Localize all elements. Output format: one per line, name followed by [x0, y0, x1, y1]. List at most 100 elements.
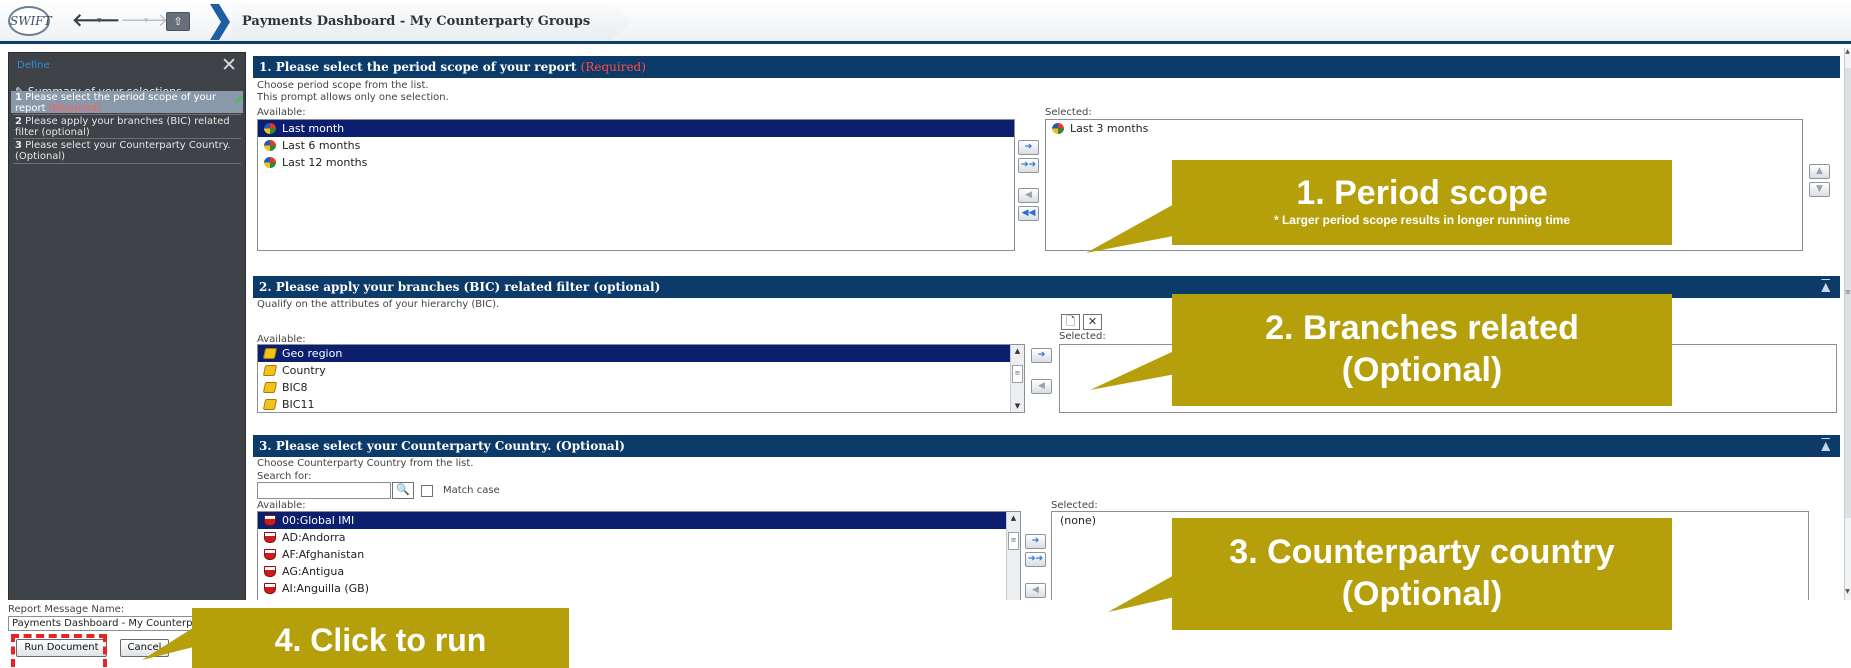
available-label: Available:: [257, 500, 306, 511]
list-item-label: AD:Andorra: [282, 531, 346, 544]
match-case-checkbox[interactable]: [421, 485, 433, 497]
prompt-header: 3. Please select your Counterparty Count…: [253, 435, 1840, 457]
prompt-title: 3. Please select your Counterparty Count…: [259, 439, 625, 453]
add-button[interactable]: ➔: [1018, 140, 1039, 155]
scroll-thumb[interactable]: ≡: [1012, 365, 1023, 383]
sidebar-item-label: Please select the period scope of your r…: [15, 92, 217, 114]
selected-label: Selected:: [1051, 500, 1098, 511]
list-item-label: Country: [282, 364, 326, 377]
scroll-thumb[interactable]: ≡: [1008, 532, 1019, 550]
match-case-label: Match case: [443, 485, 500, 496]
period-icon: [264, 140, 276, 151]
add-button[interactable]: ➔: [1031, 348, 1052, 363]
sidebar-item-branches-filter[interactable]: 2 Please apply your branches (BIC) relat…: [11, 115, 243, 137]
list-item[interactable]: Last 3 months: [1046, 120, 1802, 137]
available-list[interactable]: Last month Last 6 months Last 12 months: [257, 119, 1015, 251]
list-item-label: Last month: [282, 122, 345, 135]
selected-label: Selected:: [1059, 331, 1106, 342]
add-button[interactable]: ➔: [1025, 534, 1046, 549]
list-item-label: AG:Antigua: [282, 565, 345, 578]
sidebar-divider: [13, 163, 241, 164]
prompt-description: This prompt allows only one selection.: [257, 92, 449, 103]
scroll-up-icon[interactable]: ▲: [1007, 512, 1020, 524]
swift-logo: SWIFT: [8, 6, 52, 36]
list-item-label: Last 6 months: [282, 139, 361, 152]
callout-counterparty-country: 3. Counterparty country (Optional): [1172, 518, 1672, 630]
report-message-name-label: Report Message Name:: [8, 604, 125, 615]
period-icon: [264, 157, 276, 168]
search-label: Search for:: [257, 471, 312, 482]
attribute-icon: [262, 348, 278, 359]
page-scroll-up-icon[interactable]: ▲: [1844, 48, 1851, 60]
available-list[interactable]: Geo region Country BIC8 BIC11 ▲ ≡ ▼: [257, 344, 1025, 413]
list-item[interactable]: BIC8: [258, 379, 1024, 396]
search-input[interactable]: [257, 482, 391, 499]
add-all-button[interactable]: ➔➔: [1025, 552, 1046, 567]
list-item[interactable]: Geo region: [258, 345, 1024, 362]
remove-all-button[interactable]: ◀◀: [1018, 206, 1039, 221]
prompt-title: 2. Please apply your branches (BIC) rela…: [259, 280, 661, 294]
list-item[interactable]: Last 6 months: [258, 137, 1014, 154]
remove-button[interactable]: ◀: [1025, 583, 1046, 598]
callout-title: 2. Branches related: [1265, 309, 1579, 347]
list-scrollbar[interactable]: ▲ ≡: [1006, 512, 1020, 600]
attribute-icon: [262, 399, 278, 410]
list-item[interactable]: AI:Anguilla (GB): [258, 580, 1020, 597]
list-item[interactable]: 00:Global IMI: [258, 512, 1020, 529]
search-icon[interactable]: 🔍: [392, 482, 414, 499]
prompt-header: 1. Please select the period scope of you…: [253, 56, 1840, 78]
page-scroll-down-icon[interactable]: ▼: [1844, 588, 1851, 600]
list-item-label: AF:Afghanistan: [282, 548, 365, 561]
callout-subtitle: (Optional): [1341, 351, 1503, 389]
list-item-label: Geo region: [282, 347, 343, 360]
list-item[interactable]: AF:Afghanistan: [258, 546, 1020, 563]
list-item[interactable]: BIC11: [258, 396, 1024, 412]
prompt-pane-header: Define ✕: [9, 53, 245, 79]
list-item[interactable]: AD:Andorra: [258, 529, 1020, 546]
remove-button[interactable]: ◀: [1031, 379, 1052, 394]
home-icon[interactable]: ⇧: [166, 12, 190, 31]
country-icon: [264, 583, 276, 594]
required-marker: (Required): [580, 60, 646, 74]
new-document-icon[interactable]: 🗋: [1061, 314, 1080, 330]
list-item[interactable]: Last month: [258, 120, 1014, 137]
required-marker: (Required): [48, 102, 102, 114]
prompt-navigation-pane: Define ✕ ✎ Summary of your selections 1 …: [8, 52, 246, 603]
check-icon: ✔: [233, 93, 244, 107]
breadcrumb[interactable]: Payments Dashboard - My Counterparty Gro…: [232, 4, 632, 40]
sidebar-item-number: 1: [15, 92, 22, 103]
move-down-button[interactable]: ▼: [1809, 182, 1830, 197]
available-list[interactable]: 00:Global IMI AD:Andorra AF:Afghanistan …: [257, 511, 1021, 600]
country-icon: [264, 515, 276, 526]
forward-history-dropdown-icon[interactable]: ▾: [144, 10, 149, 32]
breadcrumb-chevron-icon: [210, 4, 230, 40]
add-all-button[interactable]: ➔➔: [1018, 158, 1039, 173]
sidebar-item-counterparty-country[interactable]: 3 Please select your Counterparty Countr…: [11, 139, 243, 161]
move-up-button[interactable]: ▲: [1809, 164, 1830, 179]
prompt-description: Choose period scope from the list.: [257, 80, 429, 91]
remove-button[interactable]: ◀: [1018, 188, 1039, 203]
clear-icon[interactable]: ✕: [1083, 314, 1102, 330]
list-item[interactable]: Country: [258, 362, 1024, 379]
collapse-icon[interactable]: ▲: [1822, 435, 1830, 457]
list-scrollbar[interactable]: ▲ ≡ ▼: [1010, 345, 1024, 412]
list-item[interactable]: Last 12 months: [258, 154, 1014, 171]
attribute-icon: [262, 365, 278, 376]
callout-branches-related: 2. Branches related (Optional): [1172, 294, 1672, 406]
close-icon[interactable]: ✕: [221, 54, 237, 76]
scroll-down-icon[interactable]: ▼: [1011, 400, 1024, 412]
scroll-up-icon[interactable]: ▲: [1011, 345, 1024, 357]
attribute-icon: [262, 382, 278, 393]
sidebar-item-number: 3: [15, 140, 22, 151]
sidebar-item-number: 2: [15, 116, 22, 127]
period-icon: [264, 123, 276, 134]
callout-title: 1. Period scope: [1296, 174, 1548, 212]
country-icon: [264, 566, 276, 577]
list-item[interactable]: AG:Antigua: [258, 563, 1020, 580]
sidebar-item-period-scope[interactable]: 1 Please select the period scope of your…: [11, 91, 244, 114]
list-item-label: (none): [1060, 514, 1097, 527]
callout-period-scope: 1. Period scope * Larger period scope re…: [1172, 160, 1672, 245]
prompt-title: 1. Please select the period scope of you…: [259, 60, 577, 74]
back-history-dropdown-icon[interactable]: ▾: [97, 10, 102, 32]
collapse-icon[interactable]: ▲: [1822, 276, 1830, 298]
